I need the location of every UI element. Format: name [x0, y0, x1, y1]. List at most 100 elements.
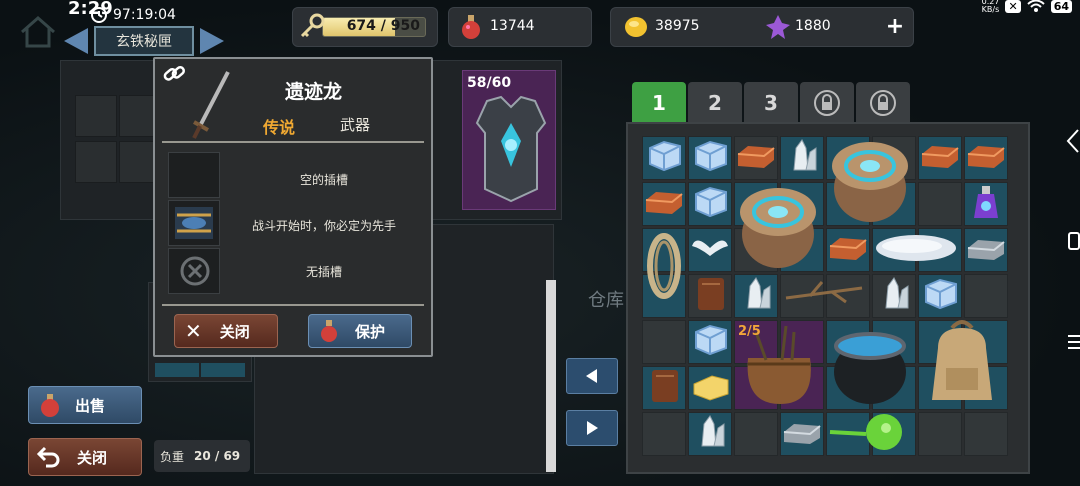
armor-icon	[475, 95, 547, 203]
potion-icon	[462, 15, 480, 39]
wings-icon[interactable]	[688, 226, 732, 270]
weight-value: 20 / 69	[194, 449, 241, 463]
ice-crystal-icon[interactable]	[688, 180, 732, 224]
socket-empty-text: 空的插槽	[299, 173, 348, 187]
wifi-icon	[1027, 0, 1045, 12]
potion-bottle-icon[interactable]	[964, 180, 1008, 224]
slime-icon[interactable]	[826, 410, 916, 454]
sword-icon	[192, 71, 230, 139]
add-currency-button[interactable]: +	[884, 16, 906, 39]
gem-count: 1880	[795, 18, 831, 34]
no-socket-text: 无插槽	[305, 265, 342, 279]
divider	[162, 304, 424, 306]
no-socket-icon	[180, 256, 210, 286]
silver-ingot-icon[interactable]	[780, 410, 824, 454]
net-speed: 0.27 KB/s	[981, 0, 1000, 14]
home-icon[interactable]	[18, 14, 58, 48]
back-icon	[37, 446, 60, 468]
tab-3[interactable]: 3	[744, 82, 798, 124]
back-nav-icon[interactable]	[1066, 128, 1080, 154]
leather-icon[interactable]	[688, 272, 732, 316]
ice-crystal-icon[interactable]	[918, 272, 962, 316]
close-icon: ✕	[185, 319, 202, 343]
armor-durability: 58/60	[467, 75, 512, 91]
sell-button-label: 出售	[75, 396, 106, 415]
weight-display: 负重 20 / 69	[154, 440, 250, 472]
cauldron-icon[interactable]	[826, 318, 916, 408]
close-panel-button[interactable]: 关闭	[28, 438, 142, 476]
socket-slot-locked	[168, 248, 220, 294]
tooltip-close-button[interactable]: ✕ 关闭	[174, 314, 278, 348]
key-icon	[300, 13, 325, 38]
tab-locked-4[interactable]	[800, 82, 854, 124]
location-title: 玄铁秘匣	[94, 26, 194, 56]
ice-crystal-icon[interactable]	[688, 318, 732, 362]
butter-icon[interactable]	[688, 364, 732, 408]
quartz-icon[interactable]	[872, 272, 916, 316]
gold-icon	[625, 17, 647, 37]
copper-ingot-icon[interactable]	[642, 180, 686, 224]
quartz-icon[interactable]	[734, 272, 778, 316]
inventory-cell[interactable]	[964, 412, 1008, 456]
fleece-icon[interactable]	[872, 226, 962, 270]
link-icon[interactable]	[162, 63, 186, 85]
timer: 97:19:04	[90, 6, 176, 24]
move-left-button[interactable]	[566, 358, 618, 394]
copper-ingot-icon[interactable]	[964, 134, 1008, 178]
tab-locked-5[interactable]	[856, 82, 910, 124]
protect-button-label: 保护	[355, 322, 386, 341]
inventory-cell[interactable]	[642, 412, 686, 456]
quartz-icon[interactable]	[780, 134, 824, 178]
arrow-left-icon	[586, 369, 597, 383]
copper-ingot-icon[interactable]	[918, 134, 962, 178]
item-rarity: 传说	[263, 118, 296, 137]
armor-slot[interactable]: 58/60	[462, 70, 556, 210]
item-type: 武器	[340, 116, 371, 134]
copper-ingot-icon[interactable]	[734, 134, 778, 178]
teal-slot[interactable]	[155, 363, 199, 377]
close-panel-label: 关闭	[77, 448, 108, 467]
scrollbar[interactable]	[546, 280, 556, 472]
protect-button[interactable]: 保护	[308, 314, 412, 348]
menu-nav-icon[interactable]	[1066, 334, 1080, 350]
inventory-cell[interactable]	[918, 182, 962, 226]
bag-count: 2/5	[738, 324, 761, 339]
inventory-cell[interactable]	[964, 274, 1008, 318]
stamina-text: 674 / 950	[346, 18, 420, 34]
potion-icon	[321, 320, 337, 342]
timer-value: 97:19:04	[113, 7, 176, 23]
home-nav-icon[interactable]	[1068, 232, 1080, 250]
ice-crystal-icon[interactable]	[688, 134, 732, 178]
branch-icon[interactable]	[780, 272, 870, 316]
inventory-cell[interactable]	[734, 412, 778, 456]
prev-location-button[interactable]	[64, 28, 88, 54]
potion-count: 13744	[490, 18, 535, 34]
tab-1[interactable]: 1	[632, 82, 686, 124]
divider	[162, 141, 424, 143]
socket-slot-filled	[168, 200, 220, 246]
lock-icon	[870, 90, 896, 116]
sell-button[interactable]: 出售	[28, 386, 142, 424]
chest-slot[interactable]	[75, 141, 117, 183]
tooltip-close-label: 关闭	[219, 322, 250, 341]
clock-icon	[91, 7, 107, 23]
copper-ingot-icon[interactable]	[826, 226, 870, 270]
inventory-cell[interactable]	[918, 412, 962, 456]
item-name: 遗迹龙	[285, 81, 343, 103]
leather-icon[interactable]	[642, 364, 686, 408]
silver-ingot-icon[interactable]	[964, 226, 1008, 270]
chest-slot[interactable]	[75, 95, 117, 137]
quartz-icon[interactable]	[688, 410, 732, 454]
stump-icon[interactable]	[734, 180, 824, 270]
socket-slot-empty	[168, 152, 220, 198]
ice-crystal-icon[interactable]	[642, 134, 686, 178]
rope-icon[interactable]	[642, 226, 686, 316]
move-right-button[interactable]	[566, 410, 618, 446]
stump-icon[interactable]	[826, 134, 916, 224]
inventory-cell[interactable]	[642, 320, 686, 364]
next-location-button[interactable]	[200, 28, 224, 54]
tab-2[interactable]: 2	[688, 82, 742, 124]
backpack-icon[interactable]	[918, 318, 1008, 408]
system-icons: 0.27 KB/s ✕ 64	[982, 0, 1072, 14]
teal-slot[interactable]	[201, 363, 245, 377]
